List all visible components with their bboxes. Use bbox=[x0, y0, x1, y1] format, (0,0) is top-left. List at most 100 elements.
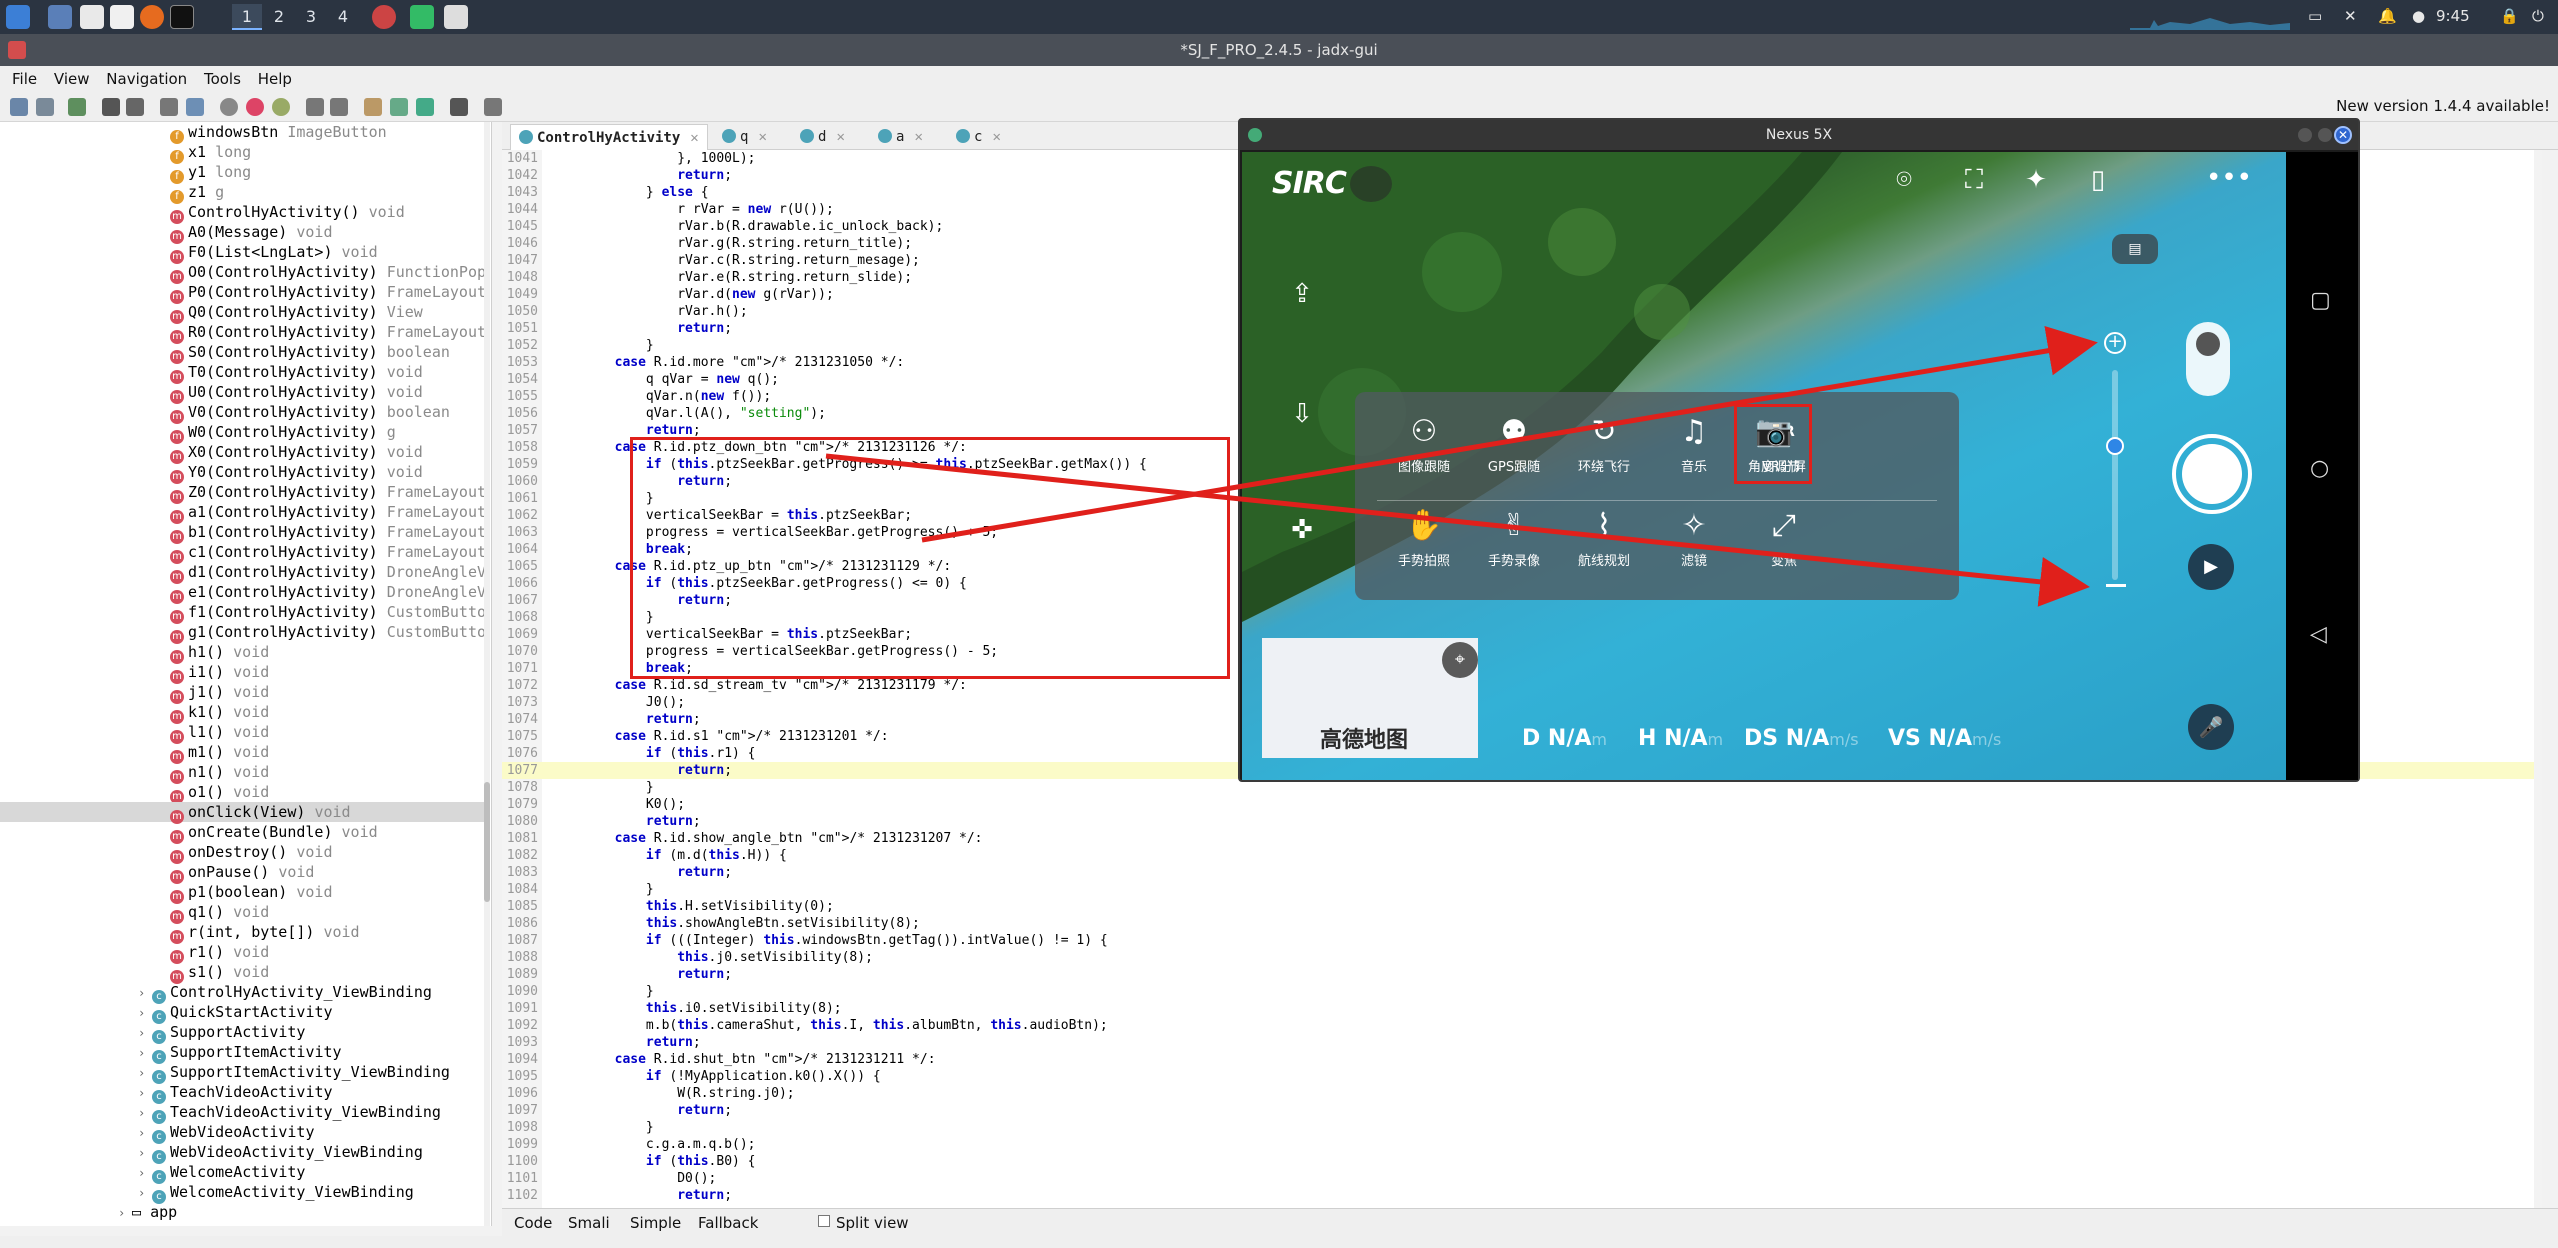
tree-scrollbar-thumb[interactable] bbox=[484, 782, 490, 902]
tree-method[interactable]: m T0(ControlHyActivity) void bbox=[170, 362, 423, 384]
tree-method[interactable]: m c1(ControlHyActivity) FrameLayout bbox=[170, 542, 486, 564]
tree-method[interactable]: m g1(ControlHyActivity) CustomButto bbox=[170, 622, 486, 644]
code-line[interactable]: 1083 return; bbox=[502, 864, 2542, 881]
tree-class[interactable]: › c SupportActivity bbox=[138, 1022, 305, 1044]
tree-method[interactable]: m i1() void bbox=[170, 662, 269, 684]
code-line[interactable]: 1089 return; bbox=[502, 966, 2542, 983]
close-tab-icon[interactable]: ✕ bbox=[914, 129, 922, 145]
tree-method[interactable]: m R0(ControlHyActivity) FrameLayout bbox=[170, 322, 486, 344]
code-line[interactable]: 1087 if (((Integer) this.windowsBtn.getT… bbox=[502, 932, 2542, 949]
tree-method[interactable]: m a1(ControlHyActivity) FrameLayout bbox=[170, 502, 486, 524]
takeoff-icon[interactable]: ⇪ bbox=[1282, 276, 1322, 312]
expand-arrow-icon[interactable]: › bbox=[138, 983, 152, 1003]
tree-method[interactable]: m onPause() void bbox=[170, 862, 314, 884]
expand-arrow-icon[interactable]: › bbox=[118, 1203, 132, 1223]
desktop-icon[interactable] bbox=[48, 5, 72, 29]
code-line[interactable]: 1102 return; bbox=[502, 1187, 2542, 1204]
app-window-icon[interactable] bbox=[372, 5, 396, 29]
tree-class[interactable]: › c QuickStartActivity bbox=[138, 1002, 333, 1024]
menu-item-zoom[interactable]: ⤢ 变焦 bbox=[1744, 504, 1824, 569]
tree-field[interactable]: f windowsBtn ImageButton bbox=[170, 122, 387, 144]
tree-method[interactable]: m o1() void bbox=[170, 782, 269, 804]
tree-method[interactable]: m S0(ControlHyActivity) boolean bbox=[170, 342, 450, 364]
tree-method[interactable]: m r1() void bbox=[170, 942, 269, 964]
sync-tree-icon[interactable] bbox=[160, 98, 178, 116]
workspace-2[interactable]: 2 bbox=[264, 4, 294, 30]
menu-tools[interactable]: Tools bbox=[198, 66, 247, 88]
tree-method[interactable]: m F0(List<LngLat>) void bbox=[170, 242, 378, 264]
tab-d[interactable]: d ✕ bbox=[792, 124, 853, 150]
close-tab-icon[interactable]: ✕ bbox=[758, 129, 766, 145]
tree-field[interactable]: f z1 g bbox=[170, 182, 224, 204]
code-line[interactable]: 1094 case R.id.shut_btn "cm">/* 21312312… bbox=[502, 1051, 2542, 1068]
satellite-icon[interactable]: ✦ bbox=[2016, 162, 2056, 198]
ptz-seekbar-thumb[interactable] bbox=[2106, 437, 2124, 455]
tree-class[interactable]: › c SupportItemActivity bbox=[138, 1042, 342, 1064]
expand-arrow-icon[interactable]: › bbox=[138, 1083, 152, 1103]
drone-icon[interactable]: ⛶ bbox=[1954, 162, 1994, 198]
code-line[interactable]: 1085 this.H.setVisibility(0); bbox=[502, 898, 2542, 915]
tree-method[interactable]: m l1() void bbox=[170, 722, 269, 744]
tree-method[interactable]: m V0(ControlHyActivity) boolean bbox=[170, 402, 450, 424]
tree-scrollbar[interactable] bbox=[484, 122, 490, 1226]
expand-arrow-icon[interactable]: › bbox=[138, 1123, 152, 1143]
tree-method[interactable]: m ControlHyActivity() void bbox=[170, 202, 405, 224]
code-line[interactable]: 1081 case R.id.show_angle_btn "cm">/* 21… bbox=[502, 830, 2542, 847]
tree-method[interactable]: m p1(boolean) void bbox=[170, 882, 333, 904]
mute-icon[interactable]: ✕ bbox=[2344, 7, 2357, 25]
tree-method[interactable]: m A0(Message) void bbox=[170, 222, 333, 244]
tree-method[interactable]: m d1(ControlHyActivity) DroneAngleV bbox=[170, 562, 486, 584]
lock-icon[interactable]: 🔒 bbox=[2500, 7, 2519, 25]
menu-file[interactable]: File bbox=[6, 66, 43, 88]
code-line[interactable]: 1095 if (!MyApplication.k0().X()) { bbox=[502, 1068, 2542, 1085]
tab-c[interactable]: c ✕ bbox=[948, 124, 1009, 150]
jadx-window-icon[interactable] bbox=[410, 5, 434, 29]
notification-icon[interactable]: 🔔 bbox=[2378, 7, 2397, 25]
emulator-menu-icon[interactable] bbox=[1248, 128, 1262, 142]
tab-fallback[interactable]: Fallback bbox=[698, 1214, 758, 1232]
tree-method[interactable]: m onClick(View) void bbox=[0, 802, 484, 824]
expand-arrow-icon[interactable]: › bbox=[138, 1183, 152, 1203]
tree-method[interactable]: m f1(ControlHyActivity) CustomButto bbox=[170, 602, 486, 624]
menu-item-route-plan[interactable]: ⌇ 航线规划 bbox=[1564, 504, 1644, 569]
tree-method[interactable]: m Y0(ControlHyActivity) void bbox=[170, 462, 423, 484]
expand-arrow-icon[interactable]: › bbox=[138, 1043, 152, 1063]
code-line[interactable]: 1086 this.showAngleBtn.setVisibility(8); bbox=[502, 915, 2542, 932]
calibrate-icon[interactable]: ⌾ bbox=[1884, 162, 1924, 198]
code-line[interactable]: 1088 this.j0.setVisibility(8); bbox=[502, 949, 2542, 966]
emulator-window-icon[interactable] bbox=[444, 5, 468, 29]
ptz-seekbar[interactable] bbox=[2112, 370, 2118, 580]
code-line[interactable]: 1097 return; bbox=[502, 1102, 2542, 1119]
log-icon[interactable] bbox=[390, 98, 408, 116]
code-line[interactable]: 1098 } bbox=[502, 1119, 2542, 1136]
quark-icon[interactable] bbox=[450, 98, 468, 116]
white-balance-button[interactable]: ▤ bbox=[2112, 234, 2158, 264]
tree-method[interactable]: m e1(ControlHyActivity) DroneAngleV bbox=[170, 582, 486, 604]
workspace-3[interactable]: 3 bbox=[296, 4, 326, 30]
text-editor-icon[interactable] bbox=[110, 5, 134, 29]
emulator-minimize-icon[interactable] bbox=[2298, 128, 2312, 142]
microphone-button[interactable]: 🎤 bbox=[2188, 704, 2234, 750]
tab-code[interactable]: Code bbox=[514, 1214, 552, 1232]
reload-icon[interactable] bbox=[68, 98, 86, 116]
code-scrollbar[interactable] bbox=[2534, 150, 2542, 1208]
tab-smali[interactable]: Smali bbox=[568, 1214, 610, 1232]
tree-method[interactable]: m O0(ControlHyActivity) FunctionPop bbox=[170, 262, 486, 284]
code-line[interactable]: 1096 W(R.string.j0); bbox=[502, 1085, 2542, 1102]
menu-help[interactable]: Help bbox=[252, 66, 298, 88]
tree-method[interactable]: m s1() void bbox=[170, 962, 269, 984]
more-icon[interactable]: ••• bbox=[2206, 160, 2252, 196]
expand-arrow-icon[interactable]: › bbox=[138, 1023, 152, 1043]
tree-method[interactable]: m m1() void bbox=[170, 742, 269, 764]
open-file-icon[interactable] bbox=[10, 98, 28, 116]
clock[interactable]: 9:45 bbox=[2436, 7, 2470, 25]
terminal-icon[interactable] bbox=[170, 5, 194, 29]
ptz-up-button[interactable]: + bbox=[2104, 332, 2126, 354]
tree-method[interactable]: m U0(ControlHyActivity) void bbox=[170, 382, 423, 404]
code-line[interactable]: 1091 this.i0.setVisibility(8); bbox=[502, 1000, 2542, 1017]
tree-class[interactable]: › c SupportItemActivity_ViewBinding bbox=[138, 1062, 450, 1084]
emulator-maximize-icon[interactable] bbox=[2318, 128, 2332, 142]
ptz-down-button[interactable] bbox=[2106, 584, 2126, 587]
close-tab-icon[interactable]: ✕ bbox=[836, 129, 844, 145]
tree-method[interactable]: m W0(ControlHyActivity) g bbox=[170, 422, 396, 444]
